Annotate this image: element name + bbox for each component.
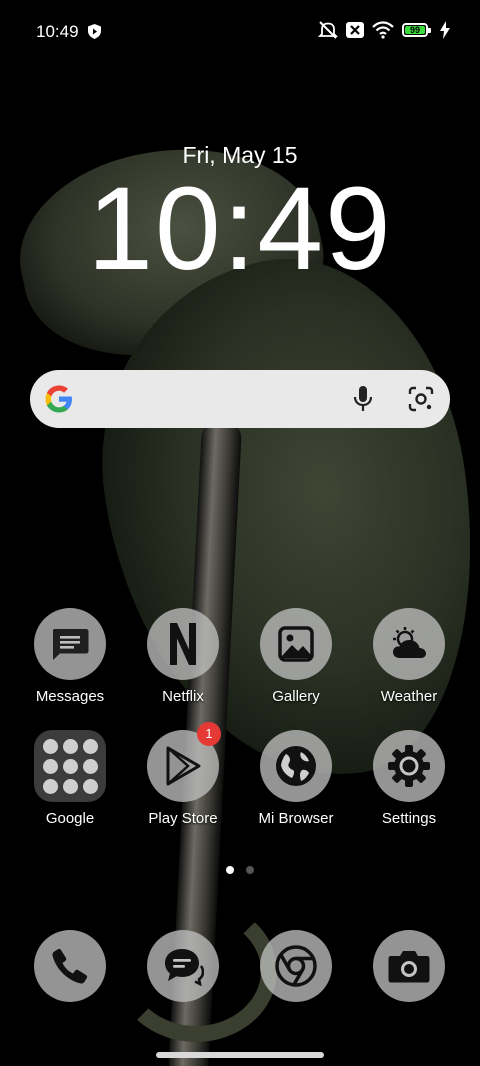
status-time: 10:49	[36, 22, 79, 41]
folder-app-gmail-icon	[42, 738, 58, 754]
lens-icon[interactable]	[408, 386, 434, 412]
page-dot	[246, 866, 254, 874]
dock-messages[interactable]	[147, 930, 219, 1002]
folder-app-drive-icon	[82, 738, 98, 754]
app-label: Gallery	[272, 688, 320, 705]
notification-badge: 1	[197, 722, 221, 746]
folder-app-maps-icon	[62, 738, 78, 754]
app-label: Weather	[380, 688, 438, 705]
dock-camera[interactable]	[373, 930, 445, 1002]
camera-icon	[373, 930, 445, 1002]
battery-icon: 99	[402, 23, 431, 37]
app-label: Netflix	[162, 688, 204, 705]
play-store-icon: 1	[147, 722, 221, 802]
app-settings[interactable]: Settings	[354, 730, 464, 827]
page-indicator	[0, 866, 480, 874]
charging-icon	[440, 21, 450, 39]
folder-app-music-icon	[42, 778, 58, 794]
globe-icon	[260, 730, 332, 802]
app-mi-browser[interactable]: Mi Browser	[241, 730, 351, 827]
app-label: Mi Browser	[258, 810, 334, 827]
folder-icon	[34, 730, 106, 802]
app-gallery[interactable]: Gallery	[241, 608, 351, 705]
dock-phone[interactable]	[34, 930, 106, 1002]
folder-app-meet-icon	[62, 758, 78, 774]
google-search-bar[interactable]	[30, 370, 450, 428]
app-netflix[interactable]: Netflix	[128, 608, 238, 705]
close-box-icon	[346, 22, 364, 38]
app-label: Messages	[35, 688, 105, 705]
page-dot-active	[226, 866, 234, 874]
status-icons: 99	[318, 21, 450, 39]
folder-app-photos-icon	[82, 758, 98, 774]
image-icon	[260, 608, 332, 680]
app-play-store[interactable]: 1 Play Store	[128, 722, 238, 827]
chat-icon	[147, 930, 219, 1002]
chrome-icon	[260, 930, 332, 1002]
phone-icon	[34, 930, 106, 1002]
app-weather[interactable]: Weather	[354, 608, 464, 705]
microphone-icon[interactable]	[352, 385, 374, 413]
folder-google[interactable]: Google	[15, 730, 125, 827]
clock-time[interactable]: 10:49	[0, 170, 480, 288]
dock-chrome[interactable]	[260, 930, 332, 1002]
weather-icon	[373, 608, 445, 680]
google-logo	[45, 385, 72, 413]
folder-app-youtube-icon	[42, 758, 58, 774]
app-messages[interactable]: Messages	[15, 608, 125, 705]
gesture-navigation-bar[interactable]	[156, 1052, 324, 1058]
wifi-icon	[372, 21, 394, 39]
gear-icon	[373, 730, 445, 802]
message-icon	[34, 608, 106, 680]
status-bar: 10:49 99	[0, 0, 480, 62]
folder-app-files-icon	[62, 778, 78, 794]
mute-icon	[318, 21, 338, 39]
app-label: Google	[45, 810, 95, 827]
shield-icon	[88, 24, 101, 39]
folder-app-assistant-icon	[82, 778, 98, 794]
app-label: Play Store	[148, 810, 218, 827]
battery-level: 99	[409, 24, 420, 35]
app-label: Settings	[381, 810, 437, 827]
netflix-icon	[147, 608, 219, 680]
